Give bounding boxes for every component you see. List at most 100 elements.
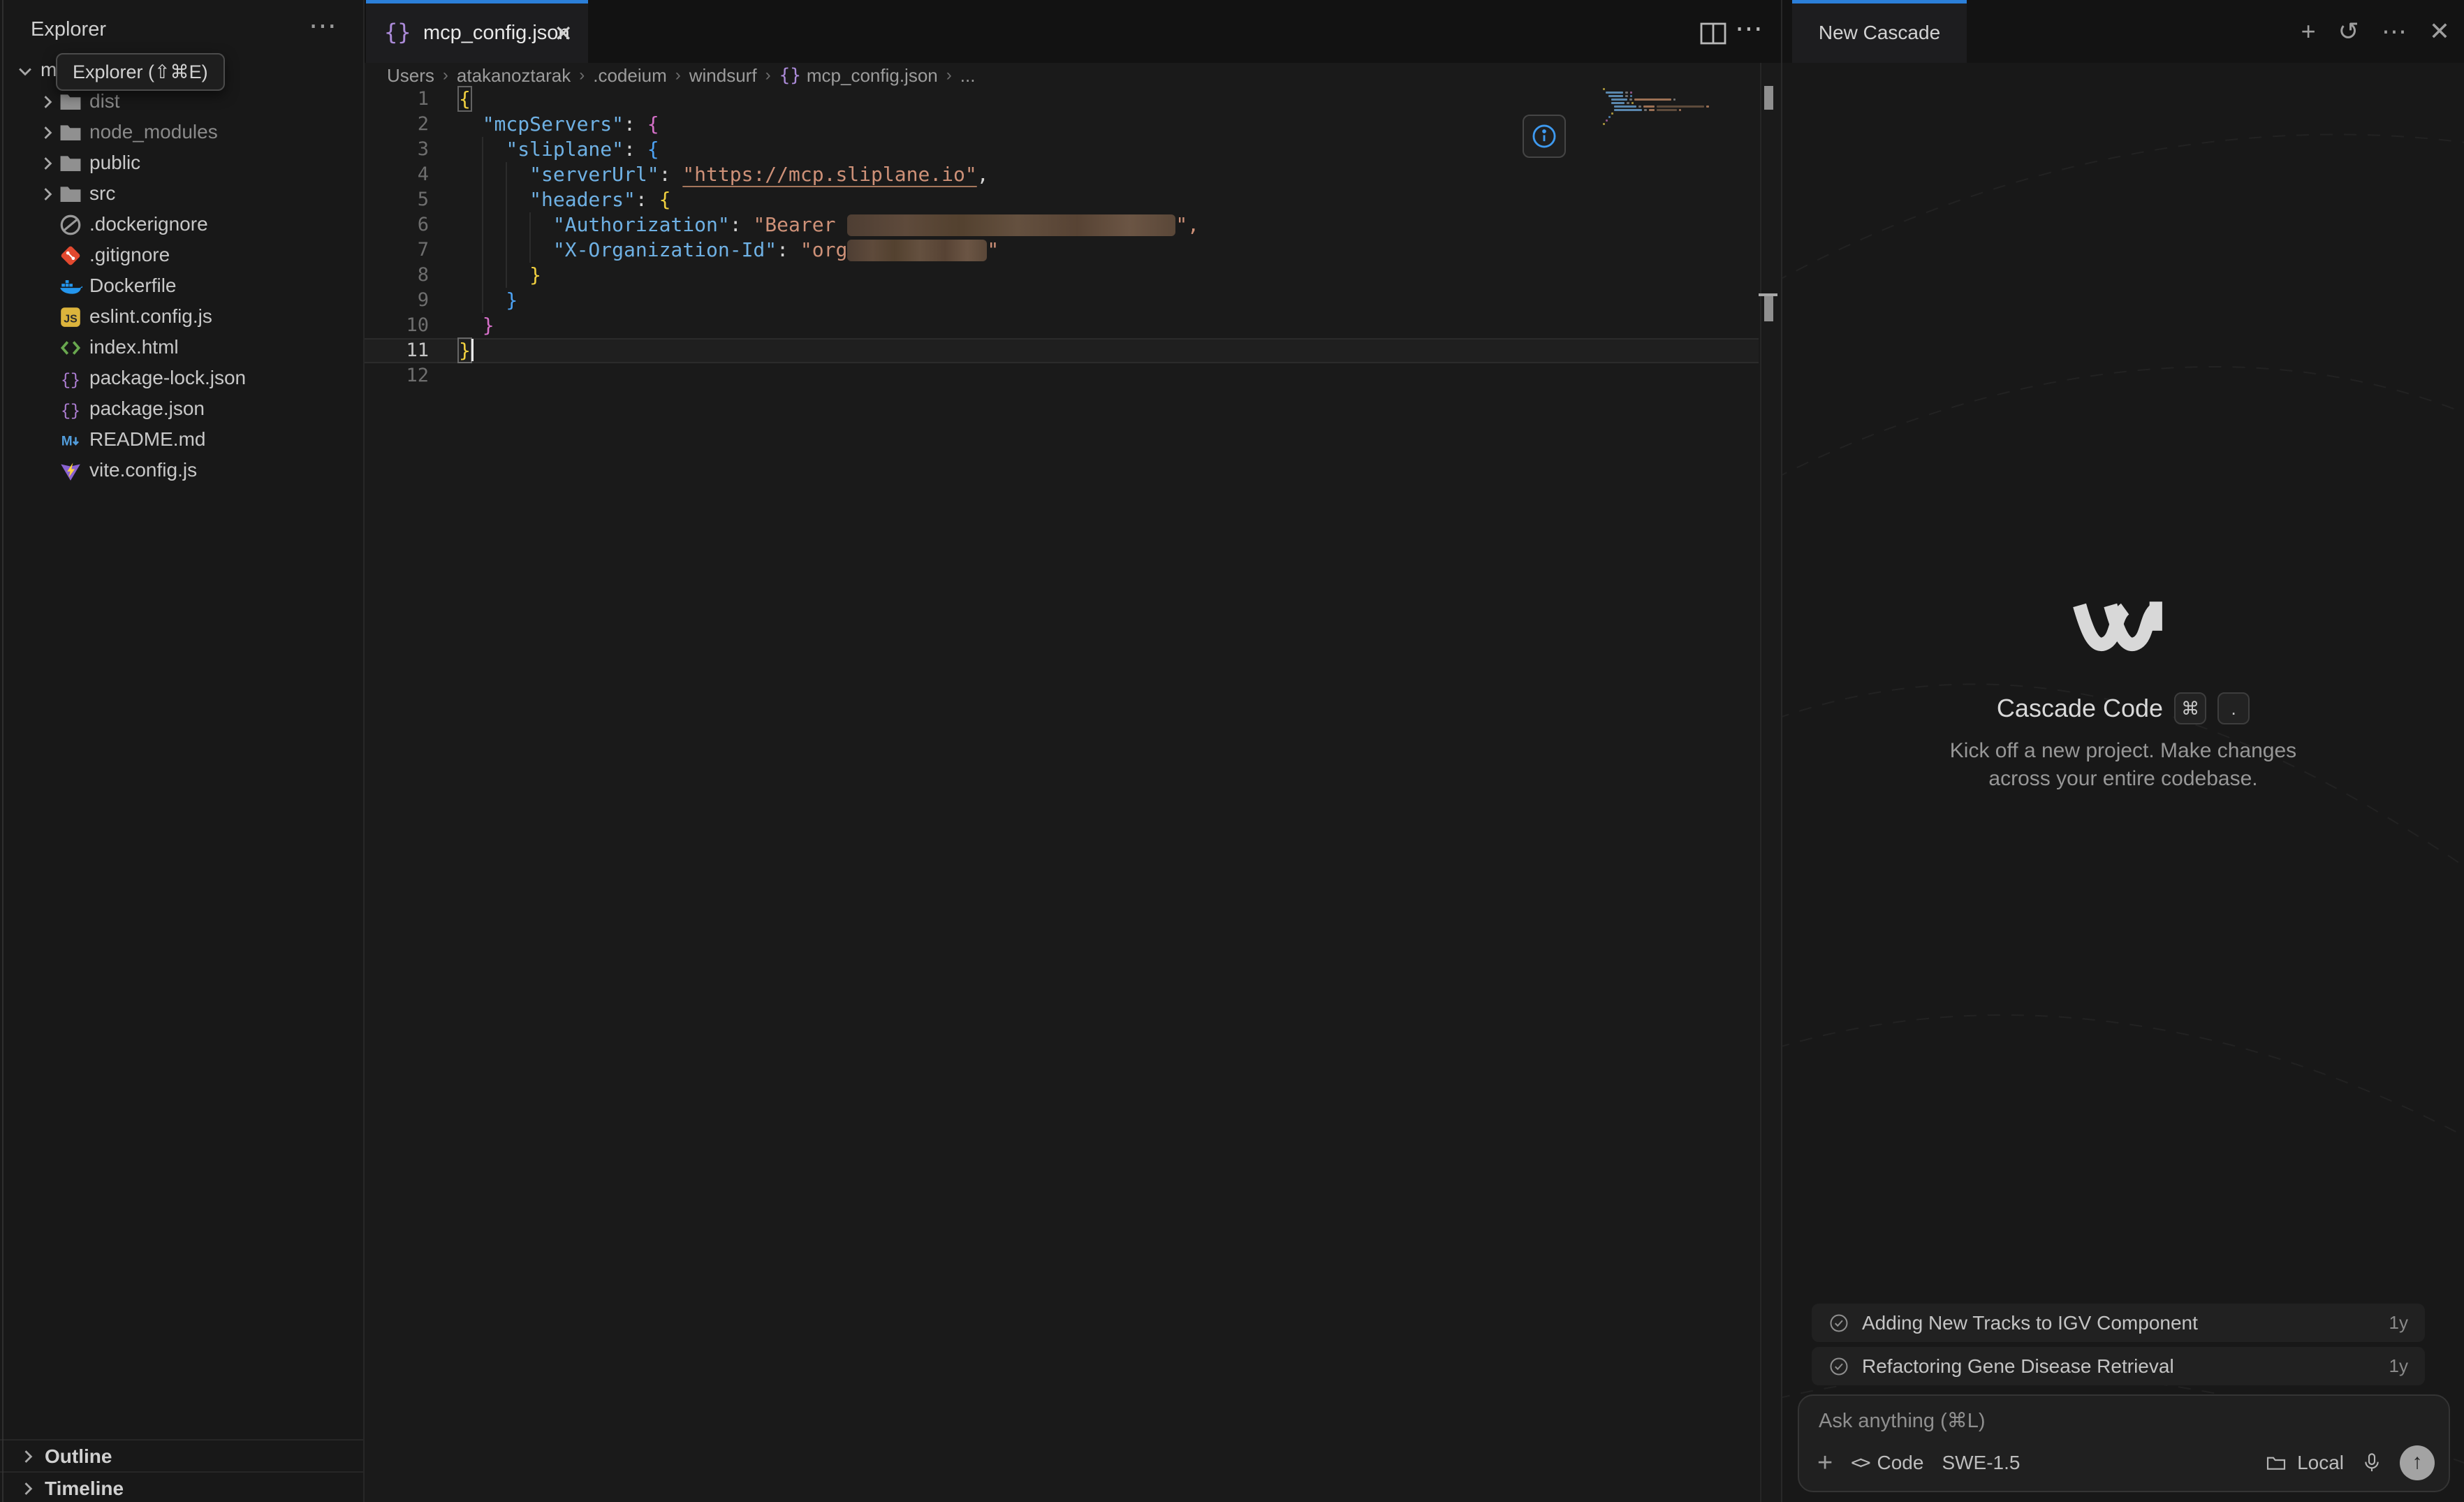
editor-more-icon[interactable]: ⋯ <box>1735 13 1763 45</box>
code-token: , <box>977 163 989 186</box>
new-cascade-icon[interactable]: + <box>2301 17 2316 46</box>
json-icon: {} <box>59 367 82 391</box>
code-line-6[interactable]: 6"Authorization": "Bearer ", <box>365 212 1759 238</box>
tree-file-package-lock.json[interactable]: {}package-lock.json <box>0 363 363 394</box>
code-token: "mcpServers" <box>483 112 624 136</box>
cascade-header: New Cascade + ↺ ⋯ ✕ <box>1782 0 2464 63</box>
history-item[interactable]: Refactoring Gene Disease Retrieval1y <box>1812 1347 2425 1385</box>
explorer-more-icon[interactable]: ⋯ <box>309 10 338 42</box>
mode-selector[interactable]: Code <box>1877 1452 1924 1474</box>
code-token: } <box>529 263 541 286</box>
code-token: } <box>459 339 471 362</box>
scrollbar-thumb[interactable] <box>1764 86 1773 110</box>
tree-file-package.json[interactable]: {}package.json <box>0 394 363 425</box>
history-icon[interactable]: ↺ <box>2338 17 2359 46</box>
chevron-down-icon <box>15 61 35 81</box>
minimap[interactable] <box>1603 88 1743 130</box>
history-item[interactable]: Adding New Tracks to IGV Component1y <box>1812 1304 2425 1342</box>
editor-group: {} mcp_config.json ✕ ⋯ Users › atakanoztar… <box>365 0 1781 1502</box>
code-line-8[interactable]: 8} <box>365 263 1759 288</box>
close-tab-icon[interactable]: ✕ <box>554 20 573 47</box>
folder-icon <box>59 90 82 114</box>
code-line-11[interactable]: 11} <box>365 338 1759 363</box>
code-line-12[interactable]: 12 <box>365 363 1759 388</box>
json-icon: {} <box>779 65 801 86</box>
editor-tab-bar: {} mcp_config.json ✕ ⋯ <box>365 0 1781 63</box>
tree-folder-public[interactable]: public <box>0 148 363 179</box>
indent-guide <box>506 162 507 288</box>
minimap-line <box>1603 99 1743 101</box>
chevron-right-icon <box>38 154 57 173</box>
file-label: README.md <box>89 428 205 451</box>
breadcrumb-item[interactable]: Users <box>387 65 434 87</box>
panel-more-icon[interactable]: ⋯ <box>2382 17 2407 46</box>
tree-folder-node_modules[interactable]: node_modules <box>0 117 363 148</box>
sidebar-section-timeline[interactable]: Timeline <box>0 1471 363 1502</box>
code-token: { <box>659 188 671 211</box>
model-selector[interactable]: SWE-1.5 <box>1942 1452 2020 1474</box>
file-label: package.json <box>89 398 205 420</box>
chevron-right-icon <box>18 1447 38 1466</box>
line-number: 8 <box>365 263 429 288</box>
chat-input-box[interactable]: Ask anything (⌘L) + <> Code SWE-1.5 Loca… <box>1798 1394 2450 1492</box>
split-editor-icon[interactable] <box>1700 22 1726 45</box>
code-line-7[interactable]: 7"X-Organization-Id": "org" <box>365 238 1759 263</box>
minimap-line <box>1603 112 1743 115</box>
tree-file-Dockerfile[interactable]: Dockerfile <box>0 271 363 302</box>
code-token: { <box>459 87 471 110</box>
microphone-icon[interactable] <box>2361 1452 2383 1474</box>
breadcrumb-item[interactable]: .codeium <box>593 65 667 87</box>
tree-file-README.md[interactable]: MREADME.md <box>0 425 363 455</box>
folder-label: src <box>89 182 115 205</box>
code-line-1[interactable]: 1{ <box>365 87 1759 112</box>
code-line-9[interactable]: 9} <box>365 288 1759 313</box>
breadcrumb-item[interactable]: windsurf <box>689 65 757 87</box>
tree-file-index.html[interactable]: index.html <box>0 333 363 363</box>
line-number: 2 <box>365 112 429 137</box>
explorer-title: Explorer <box>31 18 106 41</box>
code-mode-icon: <> <box>1851 1452 1868 1473</box>
tree-file-.gitignore[interactable]: .gitignore <box>0 240 363 271</box>
file-label: index.html <box>89 336 179 358</box>
check-circle-icon <box>1828 1313 1849 1334</box>
tree-file-eslint.config.js[interactable]: JSeslint.config.js <box>0 302 363 333</box>
breadcrumb-item[interactable]: atakanoztarak <box>457 65 571 87</box>
close-panel-icon[interactable]: ✕ <box>2429 17 2450 46</box>
minimap-line <box>1603 88 1743 90</box>
tab-new-cascade[interactable]: New Cascade <box>1792 0 1967 63</box>
cascade-code-title: Cascade Code <box>1997 694 2163 723</box>
editor-scrollbar[interactable] <box>1759 63 1781 1502</box>
tree-file-vite.config.js[interactable]: vite.config.js <box>0 455 363 486</box>
redacted-secret <box>847 214 1175 236</box>
breadcrumb-item[interactable]: ... <box>960 65 976 87</box>
code-line-10[interactable]: 10} <box>365 313 1759 338</box>
sidebar-section-outline[interactable]: Outline <box>0 1439 363 1471</box>
tab-mcp-config-json[interactable]: {} mcp_config.json ✕ <box>366 0 588 63</box>
chevron-right-icon <box>38 123 57 143</box>
breadcrumb-item[interactable]: mcp_config.json <box>807 65 938 87</box>
info-button[interactable] <box>1523 115 1566 158</box>
code-token: "https://mcp.sliplane.io" <box>682 163 976 186</box>
breadcrumb-separator: › <box>579 66 585 85</box>
location-selector[interactable]: Local <box>2297 1452 2344 1474</box>
attach-icon[interactable]: + <box>1817 1449 1833 1477</box>
line-number: 9 <box>365 288 429 313</box>
code-line-4[interactable]: 4"serverUrl": "https://mcp.sliplane.io", <box>365 162 1759 187</box>
windsurf-window: Explorer ⋯ my distnode_modulespublicsrc.… <box>0 0 2464 1502</box>
tree-folder-src[interactable]: src <box>0 179 363 210</box>
code-line-5[interactable]: 5"headers": { <box>365 187 1759 212</box>
send-button[interactable]: ↑ <box>2400 1445 2435 1480</box>
history-item-age: 1y <box>2389 1355 2408 1377</box>
line-number: 10 <box>365 313 429 338</box>
code-token: "headers" <box>529 188 636 211</box>
windsurf-logo <box>2069 598 2178 671</box>
tree-folder-dist[interactable]: dist <box>0 87 363 117</box>
minimap-line <box>1603 102 1743 104</box>
file-label: .dockerignore <box>89 213 208 235</box>
tree-file-.dockerignore[interactable]: .dockerignore <box>0 210 363 240</box>
code-token: "serverUrl" <box>529 163 659 186</box>
breadcrumb[interactable]: Users›atakanoztarak›.codeium›windsurf›{}… <box>365 63 1781 88</box>
explorer-tooltip: Explorer (⇧⌘E) <box>56 53 225 91</box>
timeline-label: Timeline <box>45 1478 124 1500</box>
file-label: .gitignore <box>89 244 170 266</box>
